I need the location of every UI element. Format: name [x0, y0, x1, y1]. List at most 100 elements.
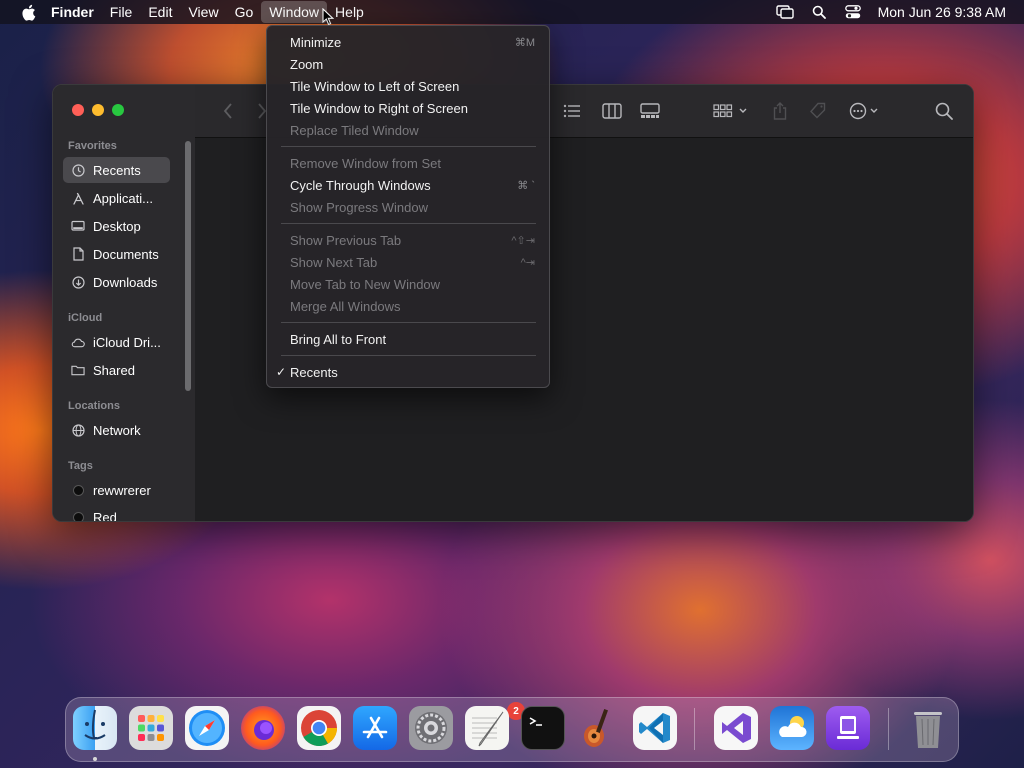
window-menu-dropdown: Minimize ⌘M Zoom Tile Window to Left of S…: [266, 25, 550, 388]
list-view-button[interactable]: [561, 101, 583, 121]
sidebar-item-applications[interactable]: Applicati...: [63, 185, 170, 211]
ellipsis-circle-icon: [849, 102, 878, 120]
sidebar-item-shared[interactable]: Shared: [63, 357, 170, 383]
sidebar-item-label: rewwrerer: [93, 482, 151, 498]
dock-vscode[interactable]: [633, 706, 677, 750]
sidebar-item-network[interactable]: Network: [63, 417, 170, 443]
share-button[interactable]: [769, 101, 791, 121]
sidebar-item-label: iCloud Dri...: [93, 334, 161, 350]
textedit-icon: [472, 711, 504, 747]
menu-item-tile-left[interactable]: Tile Window to Left of Screen: [272, 75, 544, 97]
group-by-button[interactable]: [713, 101, 749, 121]
sidebar-item-label: Documents: [93, 246, 159, 262]
sidebar-item-label: Red: [93, 509, 117, 522]
dock-terminal[interactable]: [521, 706, 565, 750]
chevron-left-icon: [223, 103, 232, 119]
column-view-icon: [602, 103, 622, 119]
trash-icon: [914, 712, 942, 748]
dock-divider: [888, 708, 889, 750]
search-button[interactable]: [933, 101, 955, 121]
dock-launchpad[interactable]: [129, 706, 173, 750]
shortcut-label: ⌘ `: [517, 179, 535, 192]
gallery-view-button[interactable]: [639, 101, 661, 121]
menu-edit[interactable]: Edit: [140, 1, 180, 23]
menu-item-show-previous-tab: Show Previous Tab ^⇧⇥: [272, 229, 544, 251]
close-button[interactable]: [72, 104, 84, 116]
shortcut-label: ^⇥: [520, 256, 535, 269]
zoom-button[interactable]: [112, 104, 124, 116]
menu-item-recents-window[interactable]: ✓ Recents: [272, 361, 544, 383]
sidebar-scrollbar[interactable]: [185, 141, 191, 391]
dock-chrome[interactable]: [297, 706, 341, 750]
search-icon: [935, 102, 953, 120]
dock-garageband[interactable]: [577, 706, 621, 750]
menu-item-bring-all-to-front[interactable]: Bring All to Front: [272, 328, 544, 350]
sidebar-item-recents[interactable]: Recents: [63, 157, 170, 183]
menu-item-label: Recents: [290, 364, 338, 380]
more-actions-button[interactable]: [849, 101, 885, 121]
grid-group-icon: [713, 104, 747, 118]
app-store-icon: [362, 716, 388, 739]
menu-go[interactable]: Go: [227, 1, 262, 23]
apple-menu[interactable]: [17, 0, 39, 24]
visual-studio-icon: [722, 713, 751, 743]
dock-firefox[interactable]: [241, 706, 285, 750]
sidebar-item-documents[interactable]: Documents: [63, 241, 170, 267]
dock-safari[interactable]: [185, 706, 229, 750]
launchpad-grid-icon: [138, 715, 164, 741]
sidebar-item-desktop[interactable]: Desktop: [63, 213, 170, 239]
dock-trash[interactable]: [906, 706, 950, 750]
finder-face-icon: [84, 709, 106, 740]
window-controls: [72, 104, 124, 116]
dock-simulator[interactable]: [826, 706, 870, 750]
menu-item-label: Tile Window to Left of Screen: [290, 78, 460, 94]
search-icon[interactable]: [810, 3, 828, 21]
dock-system-settings[interactable]: [409, 706, 453, 750]
menu-separator: [281, 223, 536, 224]
minimize-button[interactable]: [92, 104, 104, 116]
dock-visual-studio[interactable]: [714, 706, 758, 750]
sidebar-item-icloud-drive[interactable]: iCloud Dri...: [63, 329, 170, 355]
checkmark-icon: ✓: [276, 365, 287, 379]
sidebar-item-tag-red[interactable]: Red: [63, 504, 170, 522]
mouse-cursor-icon: [322, 8, 334, 26]
menu-finder[interactable]: Finder: [43, 1, 102, 23]
menu-file[interactable]: File: [102, 1, 141, 23]
screen-mirroring-icon[interactable]: [775, 3, 794, 21]
back-button[interactable]: [217, 101, 239, 121]
sidebar-item-label: Network: [93, 422, 141, 438]
gear-icon: [415, 712, 447, 744]
sidebar-item-tag-rewwrerer[interactable]: rewwrerer: [63, 477, 170, 503]
dock-textedit[interactable]: [465, 706, 509, 750]
firefox-icon: [254, 720, 274, 740]
column-view-button[interactable]: [601, 101, 623, 121]
menu-item-zoom[interactable]: Zoom: [272, 53, 544, 75]
sidebar-item-label: Desktop: [93, 218, 141, 234]
sidebar-item-label: Applicati...: [93, 190, 153, 206]
dock-divider: [694, 708, 695, 750]
menu-item-label: Bring All to Front: [290, 331, 387, 347]
menu-item-minimize[interactable]: Minimize ⌘M: [272, 31, 544, 53]
menu-view[interactable]: View: [180, 1, 226, 23]
dock-weather[interactable]: [770, 706, 814, 750]
icloud-header: iCloud: [68, 312, 103, 324]
menubar-clock[interactable]: Mon Jun 26 9:38 AM: [878, 4, 1006, 20]
menu-item-merge-all-windows: Merge All Windows: [272, 295, 544, 317]
menu-item-label: Move Tab to New Window: [290, 276, 441, 292]
control-center-icon[interactable]: [844, 3, 862, 21]
tag-button[interactable]: [807, 101, 829, 121]
guitar-icon: [584, 709, 608, 747]
menu-item-label: Show Next Tab: [290, 254, 378, 270]
menu-item-tile-right[interactable]: Tile Window to Right of Screen: [272, 97, 544, 119]
menu-item-cycle-through-windows[interactable]: Cycle Through Windows ⌘ `: [272, 174, 544, 196]
dock-app-store[interactable]: [353, 706, 397, 750]
menu-window[interactable]: Window: [261, 1, 328, 23]
menu-item-show-progress-window: Show Progress Window: [272, 196, 544, 218]
shortcut-label: ^⇧⇥: [511, 234, 535, 247]
simulator-icon: [837, 716, 859, 739]
sidebar-item-downloads[interactable]: Downloads: [63, 269, 170, 295]
sidebar-item-label: Recents: [93, 162, 141, 178]
dock-finder[interactable]: [73, 706, 117, 750]
menu-bar: Finder File Edit View Go Window Help Mon…: [0, 0, 1024, 24]
terminal-prompt-icon: [529, 717, 542, 726]
